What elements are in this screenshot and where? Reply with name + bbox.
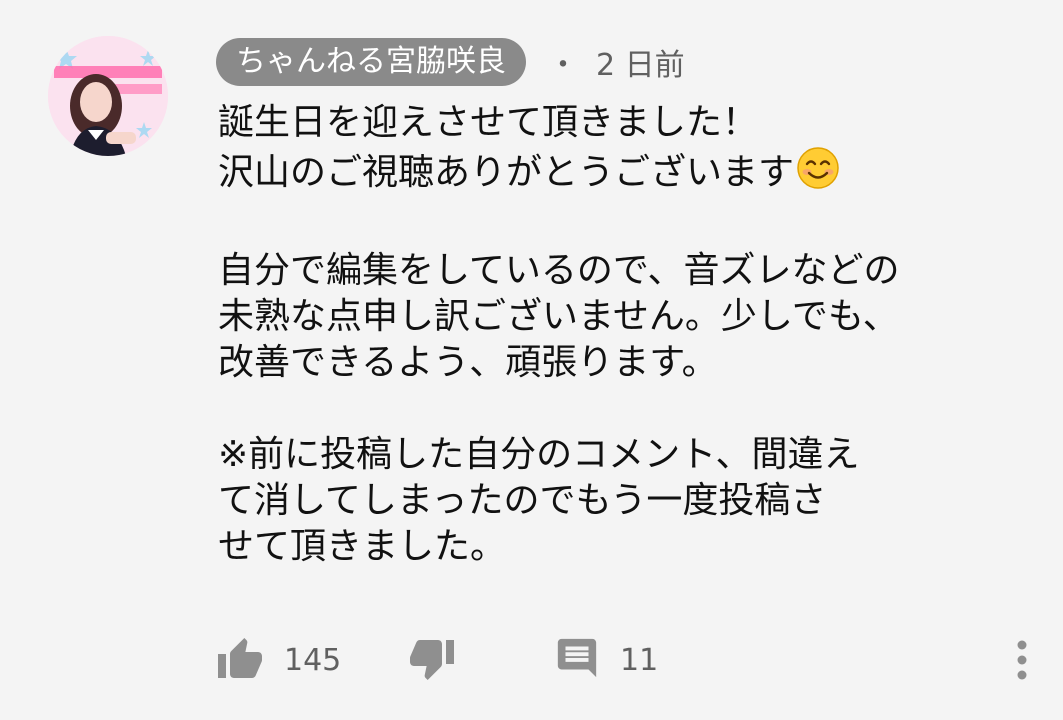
channel-avatar[interactable] (48, 36, 168, 156)
more-options-button[interactable] (1012, 632, 1032, 688)
comment-line: て消してしまったのでもう一度投稿さ (218, 480, 827, 521)
author-name[interactable]: ちゃんねる宮脇咲良 (216, 38, 526, 86)
reply-button[interactable]: 11 (554, 632, 658, 688)
thumbs-down-icon (408, 634, 456, 686)
comment-paragraph: ※前に投稿した自分のコメント、間違え て消してしまったのでもう一度投稿さ せて頂… (218, 432, 1038, 570)
like-button[interactable]: 145 (216, 632, 341, 688)
comment-header: ちゃんねる宮脇咲良 ・ 2 日前 (216, 38, 685, 86)
comment-line: 改善できるよう、頑張ります。 (218, 342, 718, 383)
comment-reply-icon (554, 635, 600, 685)
avatar-image (48, 36, 168, 156)
smiling-face-emoji-icon (796, 146, 840, 202)
more-vertical-icon (1012, 635, 1032, 685)
comment-thread: ちゃんねる宮脇咲良 ・ 2 日前 誕生日を迎えさせて頂きました！ 沢山のご視聴あ… (0, 0, 1063, 720)
comment-line: ※前に投稿した自分のコメント、間違え (218, 434, 860, 475)
comment-timestamp[interactable]: 2 日前 (596, 40, 685, 84)
like-count: 145 (284, 642, 342, 678)
comment-line: 誕生日を迎えさせて頂きました！ (218, 102, 759, 143)
thumbs-up-icon (216, 636, 264, 684)
dislike-button[interactable] (408, 632, 456, 688)
comment-line: せて頂きました。 (218, 526, 507, 567)
comment-paragraph: 誕生日を迎えさせて頂きました！ 沢山のご視聴ありがとうございます (218, 100, 1038, 202)
comment-text: 誕生日を迎えさせて頂きました！ 沢山のご視聴ありがとうございます 自分で編集をし… (218, 100, 1038, 570)
comment-line: 自分で編集をしているので、音ズレなどの (218, 250, 900, 291)
comment-actions: 145 11 (216, 632, 1046, 692)
header-separator: ・ (548, 48, 578, 83)
comment-line: 沢山のご視聴ありがとうございます (218, 146, 1038, 202)
comment-line: 未熟な点申し訳ございません。少しでも、 (218, 296, 899, 337)
comment-paragraph: 自分で編集をしているので、音ズレなどの 未熟な点申し訳ございません。少しでも、 … (218, 248, 1038, 386)
reply-count: 11 (620, 642, 659, 678)
